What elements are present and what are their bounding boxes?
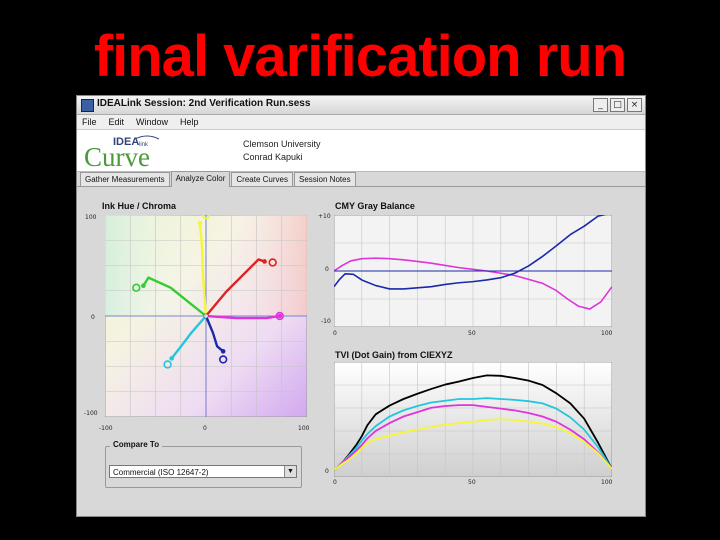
tab-analyze-color[interactable]: Analyze Color bbox=[170, 171, 231, 187]
chroma-plot bbox=[105, 215, 307, 417]
tab-gather-measurements[interactable]: Gather Measurements bbox=[80, 172, 170, 186]
tvi-plot bbox=[334, 362, 612, 477]
ideacurve-logo: IDEA link Curve bbox=[84, 135, 160, 169]
chroma-endpoint-green bbox=[141, 283, 146, 288]
chroma-ytick-top: 100 bbox=[85, 214, 97, 221]
maximize-button[interactable]: □ bbox=[610, 98, 625, 112]
gray-ytick-top: +10 bbox=[318, 213, 331, 220]
window-titlebar[interactable]: IDEALink Session: 2nd Verification Run.s… bbox=[77, 96, 645, 115]
tvi-xtick-mid: 50 bbox=[468, 479, 476, 486]
compare-to-select[interactable]: Commercial (ISO 12647-2) ▼ bbox=[109, 465, 297, 478]
gray-xtick-mid: 50 bbox=[468, 330, 476, 337]
chroma-xtick-left: -100 bbox=[99, 425, 113, 432]
gray-xtick-left: 0 bbox=[333, 330, 337, 337]
operator-name: Conrad Kapuki bbox=[243, 152, 303, 162]
chroma-panel-title: Ink Hue / Chroma bbox=[102, 201, 177, 211]
chroma-ytick-mid: 0 bbox=[91, 314, 95, 321]
tvi-xtick-right: 100 bbox=[601, 479, 613, 486]
menu-window[interactable]: Window bbox=[136, 115, 168, 129]
compare-to-legend: Compare To bbox=[110, 440, 163, 449]
chroma-origin-point bbox=[203, 313, 209, 319]
chroma-xtick-right: 100 bbox=[298, 425, 310, 432]
gray-ytick-mid: 0 bbox=[325, 266, 329, 273]
tvi-xtick-left: 0 bbox=[333, 479, 337, 486]
chroma-endpoint-yellow bbox=[197, 220, 203, 226]
organization-name: Clemson University bbox=[243, 139, 321, 149]
logo-main-text: Curve bbox=[84, 142, 150, 169]
chroma-endpoint-cyan bbox=[169, 356, 174, 361]
menu-file[interactable]: File bbox=[82, 115, 97, 129]
gray-xtick-right: 100 bbox=[601, 330, 613, 337]
app-window: IDEALink Session: 2nd Verification Run.s… bbox=[76, 95, 646, 517]
menu-help[interactable]: Help bbox=[180, 115, 199, 129]
dropdown-arrow-icon[interactable]: ▼ bbox=[284, 466, 296, 477]
tab-session-notes[interactable]: Session Notes bbox=[293, 172, 356, 186]
tab-bar: Gather Measurements Analyze Color Create… bbox=[77, 171, 645, 187]
slide-title: final varification run bbox=[93, 24, 627, 89]
gray-balance-plot bbox=[334, 215, 612, 327]
gray-panel-title: CMY Gray Balance bbox=[335, 201, 415, 211]
close-button[interactable]: × bbox=[627, 98, 642, 112]
tab-create-curves[interactable]: Create Curves bbox=[231, 172, 293, 186]
chroma-endpoint-magenta bbox=[277, 313, 283, 319]
app-icon bbox=[81, 99, 94, 112]
tvi-panel-title: TVI (Dot Gain) from CIEXYZ bbox=[335, 350, 453, 360]
app-header: IDEA link Curve Clemson University Conra… bbox=[77, 130, 645, 172]
window-title: IDEALink Session: 2nd Verification Run.s… bbox=[97, 98, 311, 109]
chroma-endpoint-red bbox=[262, 259, 267, 264]
chroma-endpoint-blue bbox=[220, 349, 226, 354]
minimize-button[interactable]: _ bbox=[593, 98, 608, 112]
chroma-ytick-bottom: -100 bbox=[84, 410, 98, 417]
gray-ytick-bottom: -10 bbox=[321, 318, 331, 325]
chroma-xtick-mid: 0 bbox=[203, 425, 207, 432]
menu-edit[interactable]: Edit bbox=[109, 115, 125, 129]
compare-to-value: Commercial (ISO 12647-2) bbox=[113, 468, 209, 477]
compare-to-group: Compare To Commercial (ISO 12647-2) ▼ bbox=[105, 440, 302, 488]
tvi-ytick-zero: 0 bbox=[325, 468, 329, 475]
menu-bar: File Edit Window Help bbox=[77, 115, 645, 130]
